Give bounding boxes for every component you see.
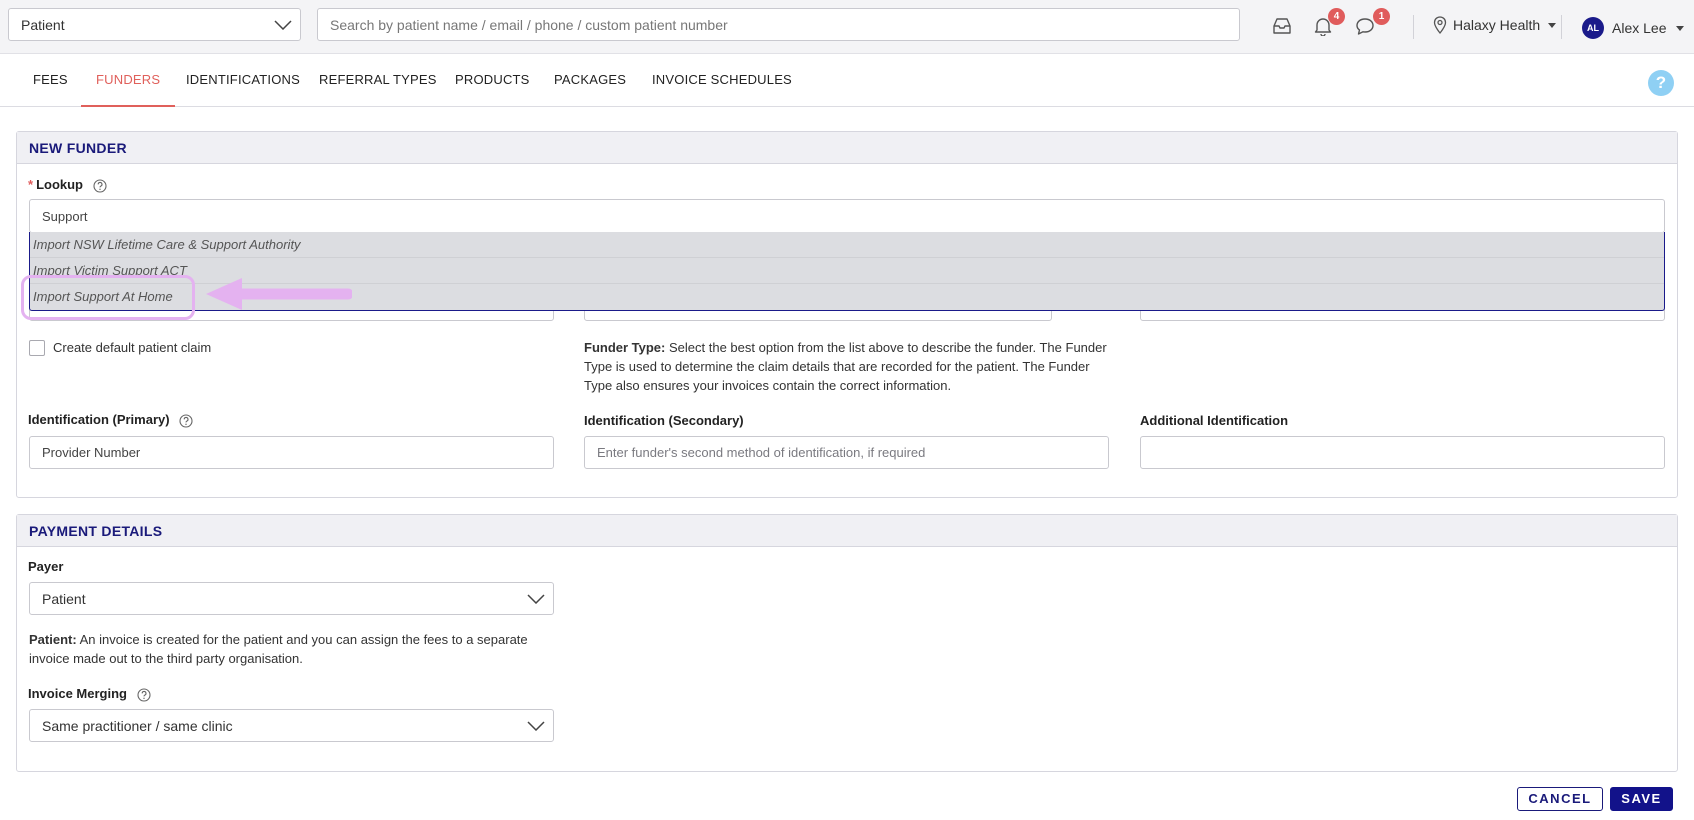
id-primary-label: Identification (Primary) [28,412,193,428]
map-pin-icon [1433,16,1447,34]
required-mark: * [28,177,34,192]
settings-tabs: FEES FUNDERS IDENTIFICATIONS REFERRAL TY… [0,54,1694,107]
caret-down-icon [1548,22,1557,28]
id-secondary-field[interactable]: Enter funder's second method of identifi… [584,436,1109,469]
question-circle-icon[interactable] [137,688,151,702]
create-claim-checkbox[interactable] [29,340,45,356]
messages-badge: 1 [1373,8,1390,25]
id-secondary-label: Identification (Secondary) [584,413,744,428]
search-placeholder: Search by patient name / email / phone /… [330,17,728,33]
save-button[interactable]: SAVE [1610,787,1673,811]
payer-select[interactable]: Patient [29,582,554,615]
id-additional-field[interactable] [1140,436,1665,469]
new-funder-title: NEW FUNDER [17,132,1677,164]
patient-type-value: Patient [21,16,65,33]
tab-referral-types[interactable]: REFERRAL TYPES [319,54,437,107]
inbox-icon[interactable] [1272,17,1292,35]
invoice-merging-select[interactable]: Same practitioner / same clinic [29,709,554,742]
help-button[interactable]: ? [1648,70,1674,96]
divider [1561,15,1562,39]
tab-products[interactable]: PRODUCTS [455,54,530,107]
lookup-label: * Lookup [28,177,107,193]
divider [1413,15,1414,39]
patient-type-select[interactable]: Patient [8,8,301,41]
create-claim-label: Create default patient claim [53,340,212,355]
chevron-down-icon [274,19,292,30]
location-switcher[interactable]: Halaxy Health [1433,16,1557,34]
question-circle-icon[interactable] [93,179,107,193]
search-input[interactable]: Search by patient name / email / phone /… [317,8,1240,41]
tab-invoice-schedules[interactable]: INVOICE SCHEDULES [652,54,792,107]
question-circle-icon[interactable] [179,414,193,428]
funder-type-help: Funder Type: Select the best option from… [584,340,1107,393]
tab-packages[interactable]: PACKAGES [554,54,626,107]
invoice-merging-label: Invoice Merging [28,686,151,702]
notifications-badge: 4 [1328,8,1345,25]
chevron-down-icon [527,720,545,731]
caret-down-icon [1676,25,1685,31]
tab-fees[interactable]: FEES [33,54,68,107]
top-bar: Patient Search by patient name / email /… [0,0,1694,54]
avatar: AL [1582,17,1604,39]
chevron-down-icon [527,593,545,604]
id-primary-field[interactable]: Provider Number [29,436,554,469]
chat-icon[interactable] [1355,17,1375,36]
id-additional-label: Additional Identification [1140,413,1289,428]
lookup-input[interactable]: Support [29,199,1665,233]
cancel-button[interactable]: CANCEL [1517,787,1603,811]
payment-details-title: PAYMENT DETAILS [17,515,1677,547]
dropdown-option[interactable]: Import NSW Lifetime Care & Support Autho… [30,232,1664,258]
user-menu[interactable]: AL Alex Lee [1582,17,1685,39]
payer-help: Patient: An invoice is created for the p… [29,632,528,666]
location-name: Halaxy Health [1453,17,1541,33]
arrow-annotation-icon [206,278,352,310]
payer-label: Payer [28,559,64,574]
highlight-annotation [21,275,195,320]
user-name: Alex Lee [1612,20,1667,36]
tab-identifications[interactable]: IDENTIFICATIONS [186,54,300,107]
lookup-value: Support [42,208,88,224]
tab-funders[interactable]: FUNDERS [81,54,176,107]
